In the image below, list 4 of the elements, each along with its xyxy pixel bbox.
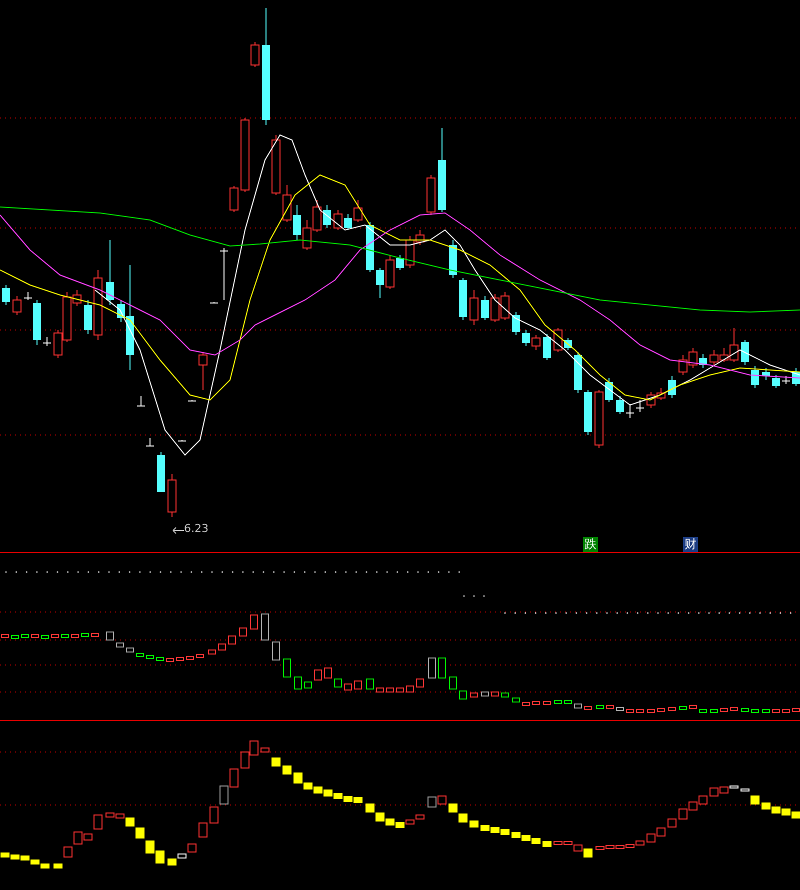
low-price-label: 6.23	[184, 522, 208, 536]
signal-badge: 跌	[583, 537, 598, 552]
signal-badge: 财	[683, 537, 698, 552]
left-arrow-icon	[172, 527, 184, 534]
